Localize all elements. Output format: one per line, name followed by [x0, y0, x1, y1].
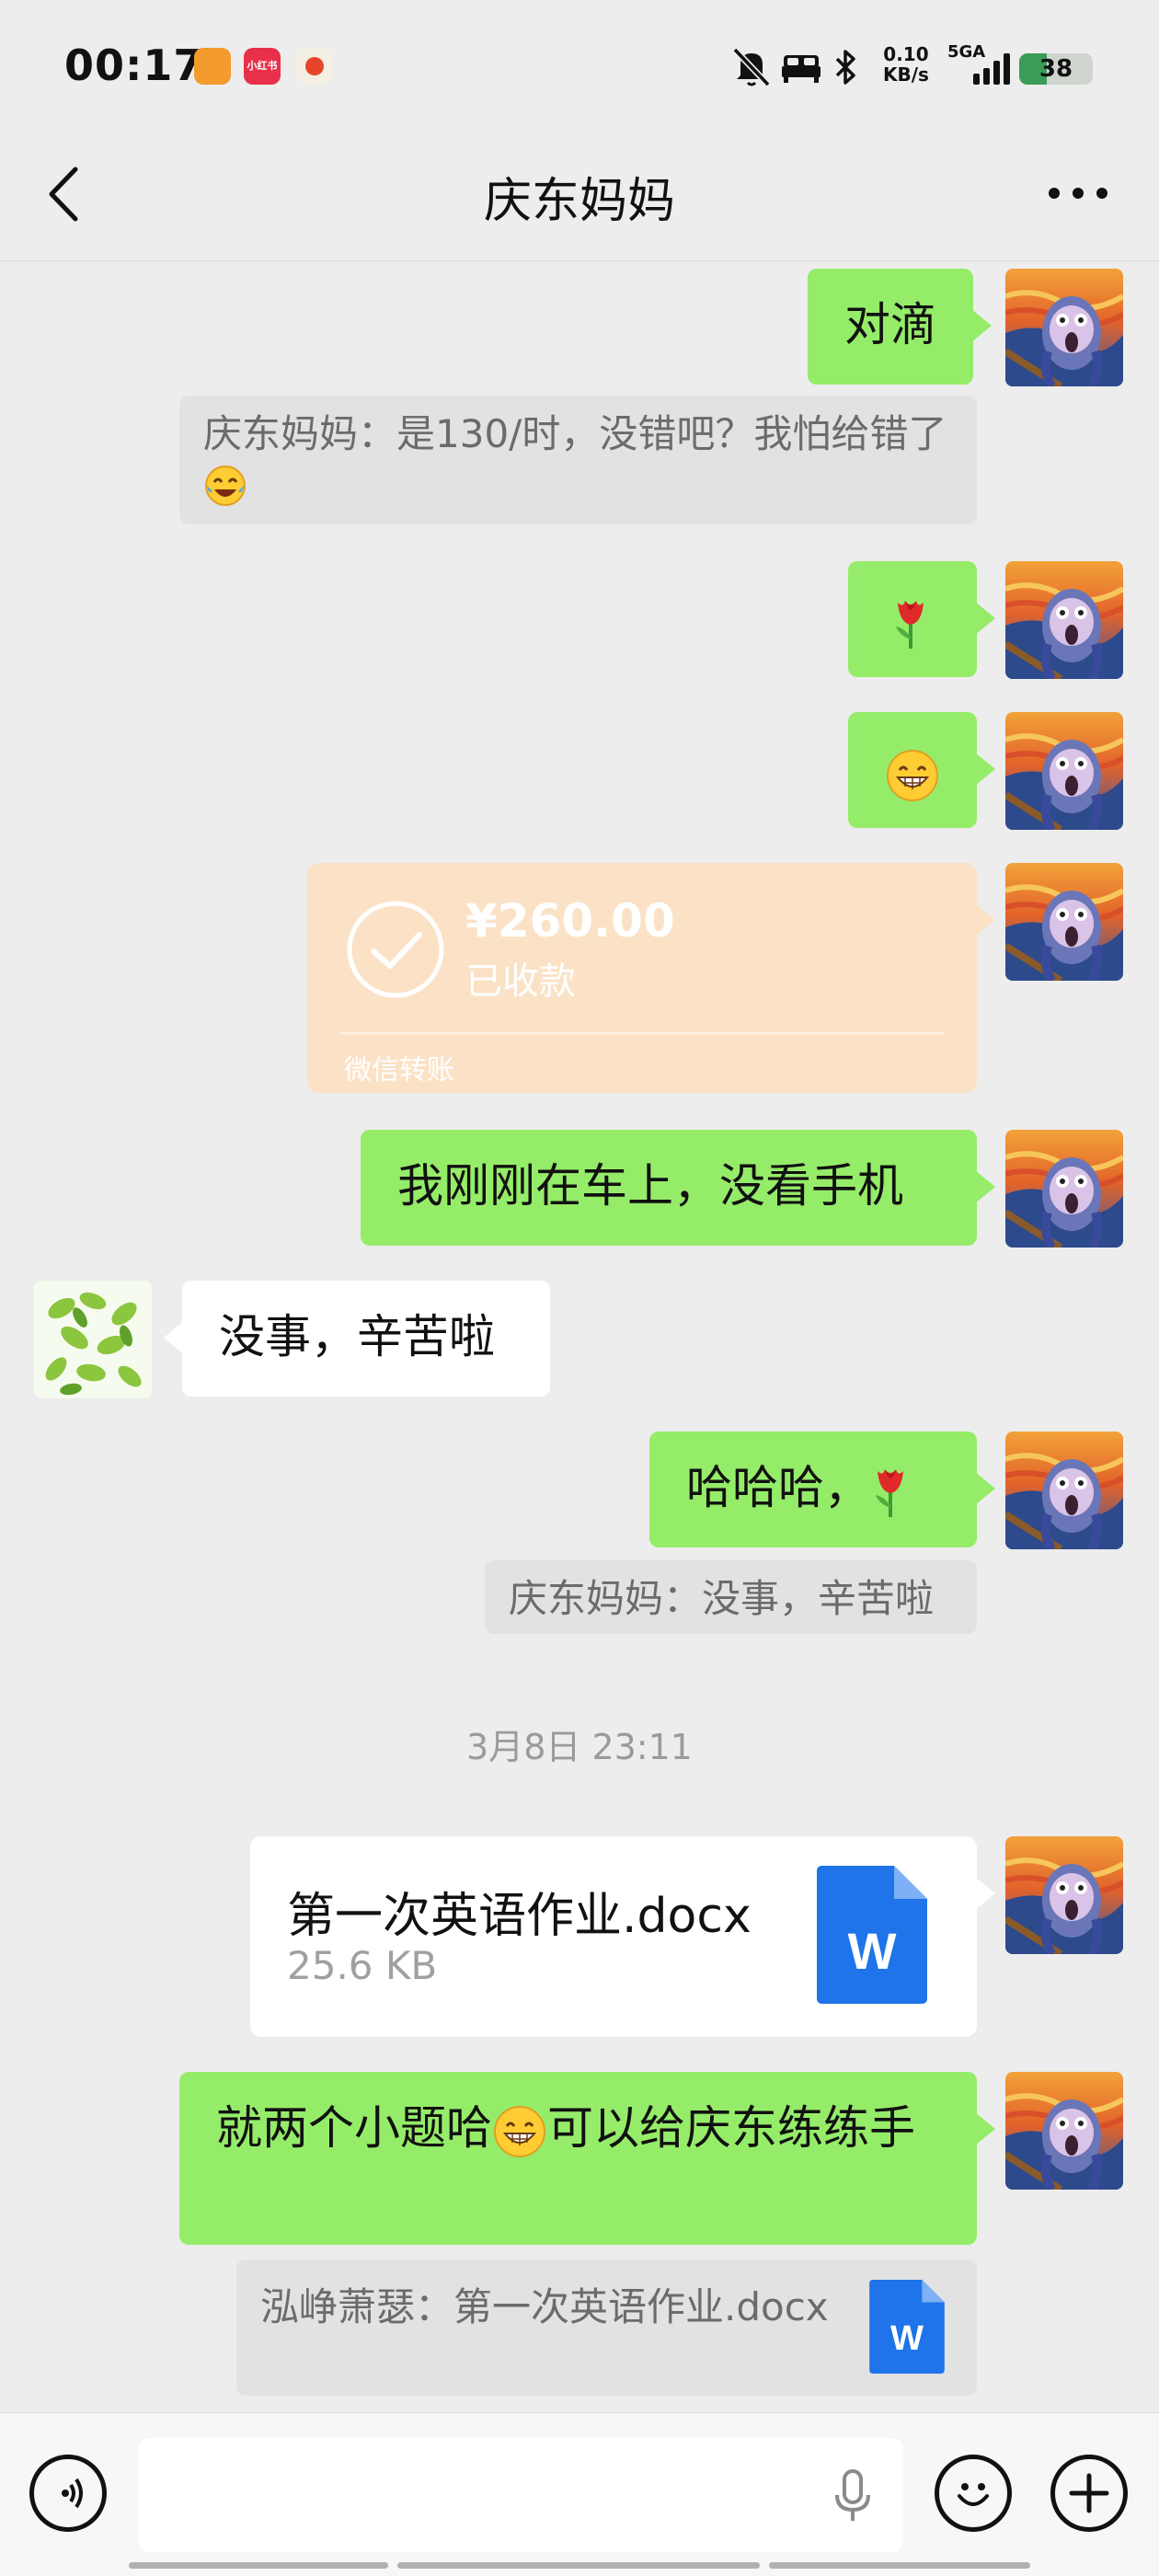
voice-toggle-button[interactable] — [29, 2455, 107, 2532]
my-avatar[interactable] — [1005, 561, 1123, 679]
quoted-message[interactable]: 庆东妈妈：没事，辛苦啦 — [485, 1560, 977, 1634]
message-bubble[interactable] — [848, 561, 995, 677]
more-functions-button[interactable] — [1050, 2455, 1128, 2532]
word-icon-letter: W — [848, 1922, 897, 1980]
plus-icon — [1069, 2473, 1109, 2513]
message-bubble[interactable]: 哈哈哈， — [649, 1432, 995, 1547]
chat-title: 庆东妈妈 — [483, 174, 675, 229]
grinning-emoji-icon — [492, 2104, 547, 2159]
my-avatar[interactable] — [1005, 269, 1123, 386]
mute-bell-icon — [732, 47, 771, 87]
transfer-divider — [340, 1032, 944, 1034]
quoted-file-message[interactable]: 泓峥萧瑟：第一次英语作业.docx W — [236, 2260, 977, 2396]
word-document-icon: W — [817, 1866, 927, 2004]
transfer-status: 已收款 — [465, 960, 576, 1003]
word-document-icon: W — [869, 2280, 945, 2374]
microphone-icon[interactable] — [830, 2467, 876, 2526]
message-text: 哈哈哈， — [686, 1461, 870, 1514]
my-avatar[interactable] — [1005, 712, 1123, 830]
message-text: 对滴 — [844, 298, 936, 351]
received-check-icon — [347, 901, 444, 998]
word-icon-letter: W — [890, 2319, 924, 2358]
tulip-emoji-icon — [890, 595, 931, 650]
header-divider — [0, 260, 1159, 261]
message-input[interactable] — [138, 2438, 903, 2552]
quoted-text: 庆东妈妈：没事，辛苦啦 — [509, 1576, 935, 1621]
network-speed-value: 0.10 — [883, 43, 929, 65]
battery-icon: 38 — [1019, 53, 1093, 85]
message-bubble[interactable]: 对滴 — [808, 269, 992, 385]
gesture-bar[interactable] — [769, 2562, 1030, 2569]
my-avatar[interactable] — [1005, 863, 1123, 981]
more-options-icon[interactable] — [1049, 184, 1107, 202]
smiley-icon — [958, 2483, 989, 2506]
quoted-text: 庆东妈妈：是130/时，没错吧？我怕给错了 — [203, 411, 947, 456]
message-text: 我刚刚在车上，没看手机 — [397, 1159, 903, 1213]
sleep-bed-icon — [782, 55, 820, 83]
gesture-bar[interactable] — [397, 2562, 760, 2569]
contact-avatar[interactable] — [34, 1281, 152, 1398]
file-card[interactable]: 第一次英语作业.docx 25.6 KB W — [250, 1836, 995, 2037]
voice-wave-icon — [62, 2478, 83, 2509]
transfer-footer-label: 微信转账 — [344, 1054, 454, 1087]
gesture-bar[interactable] — [129, 2562, 388, 2569]
status-time: 00:17 — [64, 40, 204, 90]
message-timestamp: 3月8日 23:11 — [466, 1727, 693, 1767]
signal-icon — [973, 52, 1010, 85]
file-size: 25.6 KB — [287, 1943, 438, 1988]
my-avatar[interactable] — [1005, 1130, 1123, 1248]
transfer-card[interactable]: ¥260.00 已收款 微信转账 — [307, 863, 995, 1093]
xiaohongshu-icon: 小红书 — [244, 48, 281, 85]
message-bubble[interactable]: 就两个小题哈 可以给庆东练练手 — [179, 2072, 995, 2245]
network-speed-unit: KB/s — [883, 63, 929, 86]
orange-app-icon — [194, 48, 231, 85]
quoted-text: 泓峥萧瑟：第一次英语作业.docx — [260, 2284, 829, 2329]
laughing-crying-emoji-icon — [203, 464, 247, 508]
emoji-button[interactable] — [935, 2455, 1012, 2532]
my-avatar[interactable] — [1005, 1836, 1123, 1954]
battery-level: 38 — [1039, 55, 1073, 83]
network-speed: 0.10 KB/s — [883, 44, 929, 85]
message-bubble[interactable]: 没事，辛苦啦 — [164, 1281, 550, 1397]
file-name: 第一次英语作业.docx — [287, 1889, 752, 1944]
message-bubble[interactable]: 我刚刚在车上，没看手机 — [361, 1130, 995, 1246]
tomato-app-icon — [296, 48, 333, 85]
bluetooth-icon — [835, 50, 855, 85]
message-text: 就两个小题哈 — [216, 2101, 492, 2155]
my-avatar[interactable] — [1005, 1432, 1123, 1549]
message-text: 没事，辛苦啦 — [219, 1310, 495, 1363]
tulip-emoji-icon — [870, 1464, 911, 1519]
grinning-emoji-icon — [885, 748, 940, 803]
my-avatar[interactable] — [1005, 2072, 1123, 2190]
message-text-continued: 可以给庆东练练手 — [547, 2101, 915, 2155]
quoted-message[interactable]: 庆东妈妈：是130/时，没错吧？我怕给错了 — [179, 396, 977, 524]
message-bubble[interactable] — [848, 712, 995, 828]
transfer-amount: ¥260.00 — [465, 894, 675, 948]
